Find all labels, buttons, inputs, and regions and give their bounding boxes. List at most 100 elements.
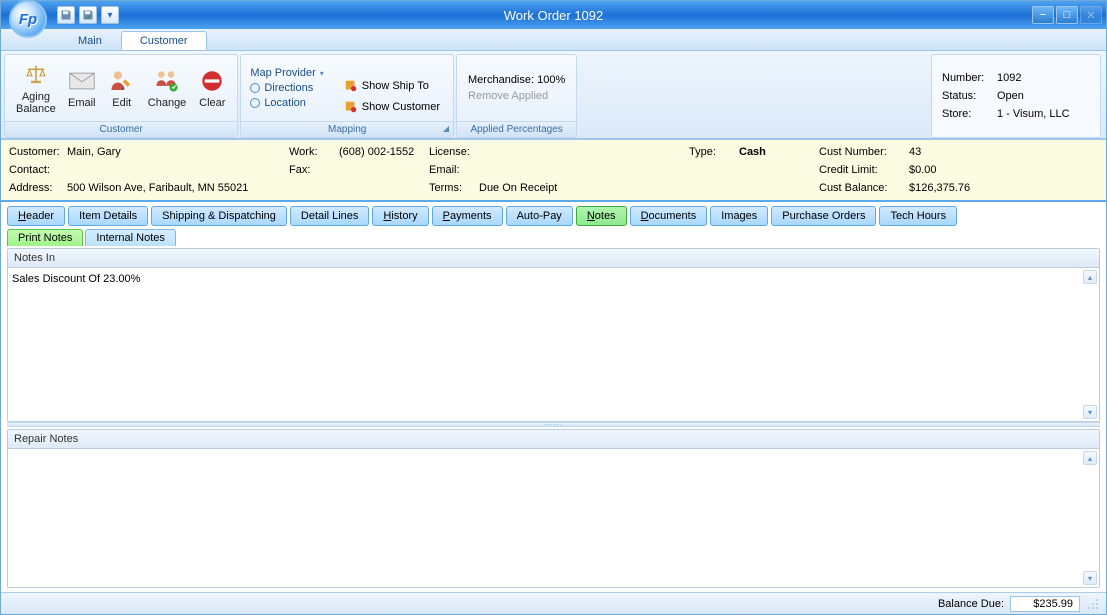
statusbar: Balance Due: $235.99 xyxy=(1,592,1106,614)
customer-type: Cash xyxy=(739,146,766,158)
tab-internal-notes[interactable]: Internal Notes xyxy=(85,229,175,246)
edit-button[interactable]: Edit xyxy=(102,65,142,111)
repair-notes-header: Repair Notes xyxy=(8,430,1099,449)
no-entry-icon xyxy=(198,67,226,95)
map-pin-icon xyxy=(344,79,358,93)
info-number-value: 1092 xyxy=(997,72,1021,84)
tab-notes[interactable]: Notes xyxy=(576,206,627,226)
window: Fp ▾ Work Order 1092 − □ ✕ Main Customer xyxy=(0,0,1107,615)
radio-icon xyxy=(250,83,260,93)
ribbon-group-customer-label: Customer xyxy=(5,121,237,137)
main-tab-main[interactable]: Main xyxy=(59,31,121,50)
customer-work-phone: (608) 002-1552 xyxy=(339,146,414,158)
tab-payments[interactable]: Payments xyxy=(432,206,503,226)
window-controls: − □ ✕ xyxy=(1032,6,1102,24)
aging-balance-label: AgingBalance xyxy=(16,91,56,115)
balance-due-label: Balance Due: xyxy=(938,598,1004,610)
scrollbar[interactable]: ▴ ▾ xyxy=(1083,451,1097,585)
ribbon-group-mapping-label: Mapping◢ xyxy=(241,121,453,137)
email-button[interactable]: Email xyxy=(62,65,102,111)
titlebar: Fp ▾ Work Order 1092 − □ ✕ xyxy=(1,1,1106,29)
window-title: Work Order 1092 xyxy=(504,8,603,23)
qat-save-icon[interactable] xyxy=(57,6,75,24)
balance-due-value: $235.99 xyxy=(1010,596,1080,612)
scroll-up-icon[interactable]: ▴ xyxy=(1083,270,1097,284)
tab-tech-hours[interactable]: Tech Hours xyxy=(879,206,957,226)
notes-in-section: Notes In ▴ ▾ xyxy=(7,248,1100,422)
show-customer-button[interactable]: Show Customer xyxy=(340,98,444,116)
change-label: Change xyxy=(148,97,187,109)
scroll-up-icon[interactable]: ▴ xyxy=(1083,451,1097,465)
main-tab-customer[interactable]: Customer xyxy=(121,31,207,50)
customer-terms: Due On Receipt xyxy=(479,182,557,194)
splitter-handle[interactable]: ⋯⋯ xyxy=(7,422,1100,427)
tab-history[interactable]: History xyxy=(372,206,428,226)
clear-label: Clear xyxy=(199,97,225,109)
info-status-value: Open xyxy=(997,90,1024,102)
customer-name: Main, Gary xyxy=(67,146,121,158)
app-logo[interactable]: Fp xyxy=(9,0,47,38)
customer-balance: $126,375.76 xyxy=(909,182,970,194)
show-ship-to-button[interactable]: Show Ship To xyxy=(340,77,444,95)
tab-item-details[interactable]: Item Details xyxy=(68,206,148,226)
notes-subtabs: Print Notes Internal Notes xyxy=(1,226,1106,246)
customer-credit-limit: $0.00 xyxy=(909,164,937,176)
scroll-down-icon[interactable]: ▾ xyxy=(1083,405,1097,419)
directions-radio[interactable]: Directions xyxy=(250,82,323,94)
subtabs: Header Item Details Shipping & Dispatchi… xyxy=(1,202,1106,226)
customer-data-header: Customer:Main, Gary Work:(608) 002-1552 … xyxy=(1,139,1106,202)
map-provider-dropdown[interactable]: Map Provider ▾ xyxy=(250,67,323,79)
customer-number: 43 xyxy=(909,146,921,158)
close-button[interactable]: ✕ xyxy=(1080,6,1102,24)
tab-header[interactable]: Header xyxy=(7,206,65,226)
scale-icon xyxy=(22,61,50,89)
minimize-button[interactable]: − xyxy=(1032,6,1054,24)
person-swap-icon xyxy=(153,67,181,95)
ribbon-group-mapping: Map Provider ▾ Directions Location Show … xyxy=(240,54,454,138)
tab-detail-lines[interactable]: Detail Lines xyxy=(290,206,369,226)
ribbon-group-customer: AgingBalance Email Edit xyxy=(4,54,238,138)
scrollbar[interactable]: ▴ ▾ xyxy=(1083,270,1097,419)
aging-balance-button[interactable]: AgingBalance xyxy=(10,59,62,117)
person-edit-icon xyxy=(108,67,136,95)
quick-access-toolbar: ▾ xyxy=(57,6,119,24)
tab-documents[interactable]: Documents xyxy=(630,206,708,226)
chevron-down-icon: ▾ xyxy=(320,69,324,78)
info-status-label: Status: xyxy=(942,90,997,102)
email-label: Email xyxy=(68,97,96,109)
edit-label: Edit xyxy=(112,97,131,109)
notes-in-textarea[interactable] xyxy=(8,268,1099,421)
radio-icon xyxy=(250,98,260,108)
clear-button[interactable]: Clear xyxy=(192,65,232,111)
merchandise-percent: Merchandise: 100% xyxy=(468,74,565,86)
ribbon-group-applied: Merchandise: 100% Remove Applied Applied… xyxy=(456,54,577,138)
customer-address: 500 Wilson Ave, Faribault, MN 55021 xyxy=(67,182,248,194)
change-button[interactable]: Change xyxy=(142,65,193,111)
remove-applied-button[interactable]: Remove Applied xyxy=(468,90,565,102)
map-pin-icon xyxy=(344,100,358,114)
envelope-icon xyxy=(68,67,96,95)
main-area: Notes In ▴ ▾ ⋯⋯ Repair Notes ▴ ▾ xyxy=(1,246,1106,592)
repair-notes-textarea[interactable] xyxy=(8,449,1099,587)
tab-print-notes[interactable]: Print Notes xyxy=(7,229,83,246)
qat-dropdown-icon[interactable]: ▾ xyxy=(101,6,119,24)
ribbon-group-applied-label: Applied Percentages xyxy=(457,121,576,137)
info-store-value: 1 - Visum, LLC xyxy=(997,108,1070,120)
tab-purchase-orders[interactable]: Purchase Orders xyxy=(771,206,876,226)
group-expand-icon[interactable]: ◢ xyxy=(443,124,449,133)
repair-notes-section: Repair Notes ▴ ▾ xyxy=(7,429,1100,588)
notes-in-header: Notes In xyxy=(8,249,1099,268)
maximize-button[interactable]: □ xyxy=(1056,6,1078,24)
tab-shipping-dispatching[interactable]: Shipping & Dispatching xyxy=(151,206,287,226)
qat-save-close-icon[interactable] xyxy=(79,6,97,24)
info-number-label: Number: xyxy=(942,72,997,84)
scroll-down-icon[interactable]: ▾ xyxy=(1083,571,1097,585)
resize-grip-icon[interactable] xyxy=(1086,597,1100,611)
main-tabstrip: Main Customer xyxy=(1,29,1106,51)
order-info-panel: Number:1092 Status:Open Store:1 - Visum,… xyxy=(931,54,1101,138)
location-radio[interactable]: Location xyxy=(250,97,323,109)
tab-images[interactable]: Images xyxy=(710,206,768,226)
tab-auto-pay[interactable]: Auto-Pay xyxy=(506,206,573,226)
ribbon: AgingBalance Email Edit xyxy=(1,51,1106,139)
info-store-label: Store: xyxy=(942,108,997,120)
